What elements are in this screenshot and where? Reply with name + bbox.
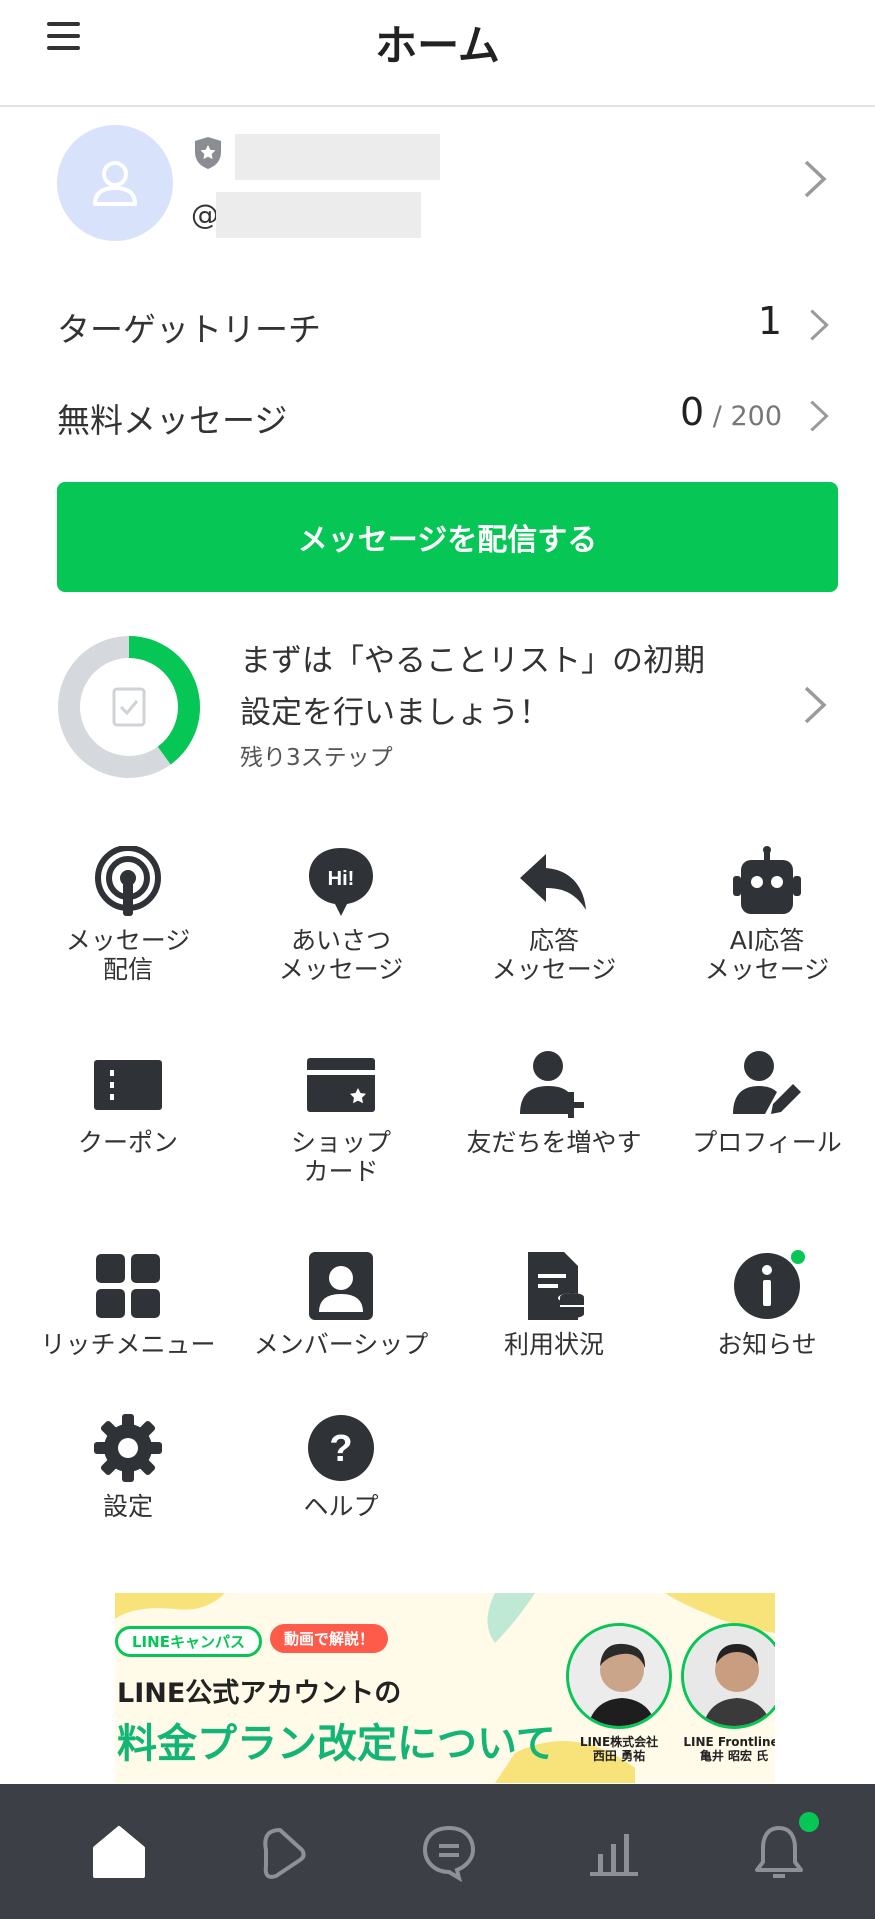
chat-icon [422, 1825, 475, 1882]
menu-item-rich-menu[interactable]: リッチメニュー [21, 1250, 235, 1359]
tab-notifications[interactable] [691, 1784, 866, 1919]
coupon-icon [94, 1060, 162, 1110]
speaker-caption-2: LINE Frontliner 亀井 昭宏 氏 [683, 1735, 775, 1763]
menu-item-coupon[interactable]: クーポン [21, 1048, 235, 1157]
target-reach-value: 1 [757, 299, 782, 343]
reply-icon [520, 854, 586, 910]
tab-chat[interactable] [361, 1784, 536, 1919]
gear-icon [94, 1414, 162, 1482]
menu-item-notices[interactable]: お知らせ [660, 1250, 874, 1359]
promo-banner[interactable]: LINEキャンパス 動画で解説！ LINE公式アカウントの 料金プラン改定につい… [115, 1593, 775, 1783]
todo-title: まずは「やることリスト」の初期 設定を行いましょう！ [240, 643, 705, 731]
account-summary[interactable]: @ [0, 108, 875, 258]
broadcast-icon [95, 846, 161, 916]
chevron-right-icon [804, 160, 827, 198]
chevron-right-icon [804, 686, 827, 724]
help-icon: ? [308, 1415, 374, 1481]
tab-analytics[interactable] [526, 1784, 701, 1919]
notifications-icon [754, 1825, 803, 1878]
free-messages-label: 無料メッセージ [57, 401, 288, 440]
speaker-caption-1: LINE株式会社 西田 勇祐 [579, 1735, 659, 1763]
tab-voom[interactable] [196, 1784, 371, 1919]
voom-icon [262, 1827, 306, 1879]
banner-subheadline: 料金プラン改定について [117, 1721, 556, 1767]
membership-icon [309, 1252, 373, 1320]
todo-remaining: 残り3ステップ [240, 745, 393, 771]
menu-item-membership[interactable]: メンバーシップ [234, 1250, 448, 1359]
tab-home[interactable] [31, 1784, 206, 1919]
banner-headline: LINE公式アカウントの [117, 1678, 402, 1709]
usage-icon [528, 1252, 586, 1320]
account-id-redacted [216, 192, 421, 238]
hi-bubble-icon: Hi! [309, 848, 373, 916]
video-tag: 動画で解説！ [270, 1624, 389, 1653]
page-title: ホーム [375, 21, 500, 70]
svg-text:?: ? [329, 1428, 352, 1470]
account-name-redacted [235, 134, 440, 180]
home-icon [92, 1825, 145, 1878]
speaker-photo-1 [566, 1623, 672, 1729]
todo-list-card[interactable]: まずは「やることリスト」の初期 設定を行いましょう！ 残り3ステップ [0, 630, 875, 780]
verified-shield-icon [195, 137, 221, 169]
free-messages-value: 0 / 200 [680, 390, 782, 434]
menu-item-add-friends[interactable]: 友だちを増やす [447, 1048, 661, 1157]
menu-item-shop-card[interactable]: ショップ カード [234, 1048, 448, 1186]
bottom-tab-bar [0, 1784, 875, 1919]
line-campus-tag: LINEキャンパス [115, 1626, 262, 1657]
app-header: ホーム [0, 0, 875, 107]
menu-item-message-broadcast[interactable]: メッセージ 配信 [21, 846, 235, 984]
checklist-icon [112, 687, 146, 727]
target-reach-row[interactable]: ターゲットリーチ 1 [0, 285, 875, 365]
unread-dot [791, 1250, 805, 1264]
chevron-right-icon [810, 309, 829, 341]
robot-icon [733, 846, 801, 914]
profile-edit-icon [733, 1051, 801, 1114]
chevron-right-icon [810, 400, 829, 432]
account-id-prefix: @ [191, 198, 219, 231]
menu-item-greeting-message[interactable]: Hi! あいさつ メッセージ [234, 846, 448, 984]
menu-item-help[interactable]: ? ヘルプ [234, 1412, 448, 1521]
avatar [57, 125, 173, 241]
svg-text:Hi!: Hi! [328, 868, 355, 890]
menu-item-usage[interactable]: 利用状況 [447, 1250, 661, 1359]
send-message-button[interactable]: メッセージを配信する [57, 482, 838, 592]
menu-item-settings[interactable]: 設定 [21, 1412, 235, 1521]
add-friend-icon [520, 1051, 584, 1118]
menu-item-ai-reply[interactable]: AI応答 メッセージ [660, 846, 874, 984]
rich-menu-icon [96, 1254, 160, 1318]
target-reach-label: ターゲットリーチ [57, 310, 321, 349]
menu-item-profile[interactable]: プロフィール [660, 1048, 874, 1157]
shop-card-icon [307, 1058, 375, 1112]
progress-ring [58, 636, 200, 778]
analytics-icon [589, 1833, 638, 1876]
user-icon [93, 161, 137, 206]
menu-item-reply-message[interactable]: 応答 メッセージ [447, 846, 661, 984]
free-messages-row[interactable]: 無料メッセージ 0 / 200 [0, 376, 875, 456]
unread-dot [799, 1812, 819, 1832]
